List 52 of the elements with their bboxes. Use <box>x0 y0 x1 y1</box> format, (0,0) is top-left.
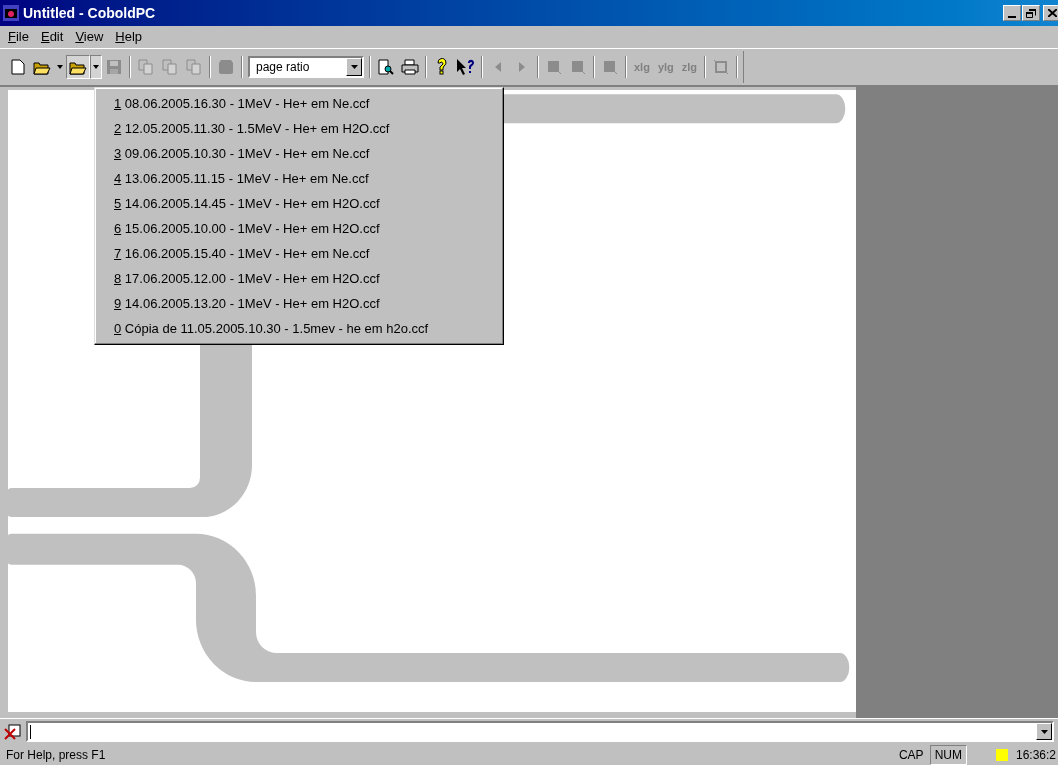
pointer-help-icon <box>456 58 476 76</box>
app-icon <box>3 5 19 21</box>
new-document-icon <box>11 59 25 75</box>
zoom-dropdown[interactable]: page ratio <box>248 56 364 78</box>
print-preview-icon <box>378 59 394 75</box>
right-arrow-icon <box>519 62 525 72</box>
close-icon <box>1047 9 1057 17</box>
command-icon <box>4 723 22 740</box>
restore-icon <box>1026 8 1036 18</box>
close-button[interactable] <box>1043 5 1058 21</box>
restore-button[interactable] <box>1022 5 1040 21</box>
page-icon <box>602 59 618 75</box>
dropdown-button[interactable] <box>90 55 102 79</box>
minimize-button[interactable] <box>1003 5 1021 21</box>
recent-file-item[interactable]: 6 15.06.2005.10.00 - 1MeV - He+ em H2O.ccf <box>95 216 503 241</box>
page-icon <box>546 59 562 75</box>
command-input-field[interactable] <box>26 721 1054 742</box>
caret-icon <box>350 65 358 69</box>
recent-file-item[interactable]: 2 12.05.2005.11.30 - 1.5MeV - He+ em H2O.ccf <box>95 116 503 141</box>
status-message: For Help, press F1 <box>5 746 107 764</box>
status-light-icon <box>995 748 1008 761</box>
menu-item[interactable]: File <box>2 27 35 47</box>
status-indicator: CAP <box>897 746 925 764</box>
minimize-icon <box>1008 16 1016 18</box>
recent-file-item[interactable]: 1 08.06.2005.16.30 - 1MeV - He+ em Ne.ccf <box>95 91 503 116</box>
pages-icon <box>186 59 202 75</box>
menu-item[interactable]: View <box>69 27 110 47</box>
printer-icon <box>401 59 419 75</box>
caret-icon <box>1040 729 1048 734</box>
folder-icon <box>33 59 51 75</box>
status-indicator: NUM <box>929 744 967 765</box>
menu-item[interactable]: Edit <box>34 27 70 47</box>
left-arrow-icon <box>495 62 501 72</box>
recent-file-item[interactable]: 8 17.06.2005.12.00 - 1MeV - He+ em H2O.ccf <box>95 266 503 291</box>
recent-file-item[interactable]: 5 14.06.2005.14.45 - 1MeV - He+ em H2O.ccf <box>95 191 503 216</box>
question-mark-icon <box>436 58 448 76</box>
window-title: Untitled - CoboldPC <box>23 3 157 23</box>
status-time: 16:36:2 <box>1015 746 1057 764</box>
frame-icon <box>713 59 730 75</box>
recent-file-item[interactable]: 9 14.06.2005.13.20 - 1MeV - He+ em H2O.ccf <box>95 291 503 316</box>
page-icon <box>570 59 586 75</box>
folder-icon <box>69 59 87 75</box>
recent-file-item[interactable]: 7 16.06.2005.15.40 - 1MeV - He+ em Ne.ccf <box>95 241 503 266</box>
caret-icon <box>93 65 99 69</box>
recent-file-item[interactable]: 0 Cópia de 11.05.2005.10.30 - 1.5mev - he em h2o.ccf <box>95 316 503 341</box>
recent-file-item[interactable]: 4 13.06.2005.11.15 - 1MeV - He+ em Ne.ccf <box>95 166 503 191</box>
caret-icon <box>57 65 63 69</box>
pages-icon <box>138 59 154 75</box>
open-button[interactable] <box>66 55 90 79</box>
menu-item[interactable]: Help <box>109 27 149 47</box>
recent-file-item[interactable]: 3 09.06.2005.10.30 - 1MeV - He+ em Ne.ccf <box>95 141 503 166</box>
pages-icon <box>162 59 178 75</box>
